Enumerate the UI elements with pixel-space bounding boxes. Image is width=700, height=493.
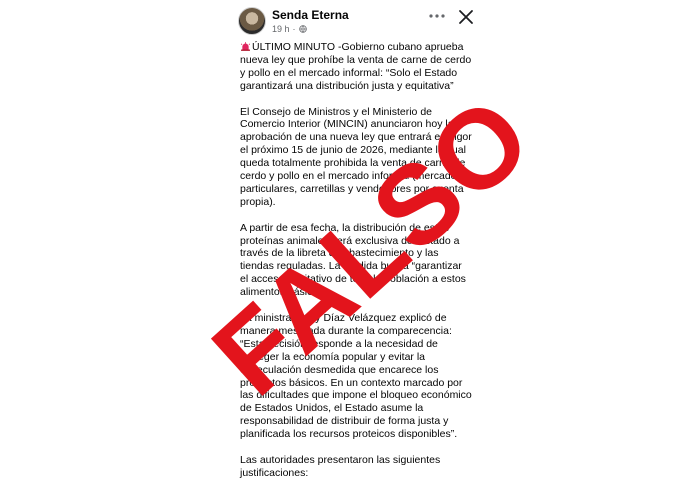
post-paragraph: El Consejo de Ministros y el Ministerio …	[240, 105, 472, 208]
meta-separator: ·	[292, 24, 296, 34]
avatar[interactable]	[238, 7, 266, 35]
post-paragraph: A partir de esa fecha, la distribución d…	[240, 221, 466, 299]
post-body: ÚLTIMO MINUTO -Gobierno cubano aprueba n…	[240, 41, 472, 493]
close-icon[interactable]	[458, 9, 474, 25]
more-horizontal-icon[interactable]	[428, 9, 446, 23]
post-header: Senda Eterna 19 h ·	[238, 5, 473, 39]
post-paragraph: La ministra Betsy Díaz Velázquez explicó…	[240, 311, 472, 441]
post-headline: ÚLTIMO MINUTO -Gobierno cubano aprueba n…	[240, 41, 472, 93]
headline-text: ÚLTIMO MINUTO -Gobierno cubano aprueba n…	[240, 41, 472, 92]
post-meta: 19 h ·	[272, 24, 307, 34]
globe-icon	[298, 25, 307, 33]
post-time[interactable]: 19 h	[272, 24, 290, 34]
author-name[interactable]: Senda Eterna	[272, 8, 349, 22]
siren-icon	[240, 42, 251, 51]
facebook-post: Senda Eterna 19 h · ÚLTIMO MINUTO -Gobie…	[226, 0, 476, 479]
post-paragraph: Las autoridades presentaron las siguient…	[240, 453, 441, 479]
